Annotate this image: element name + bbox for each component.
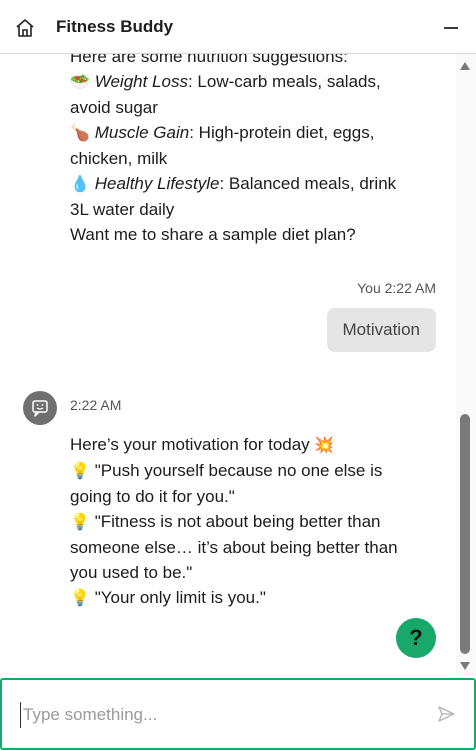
message-line: 💡 "Fitness is not about being better tha… bbox=[70, 509, 442, 535]
message-line: someone else… it’s about being better th… bbox=[70, 538, 398, 557]
item-text: : Balanced meals, drink bbox=[219, 174, 397, 193]
salad-icon: 🥗 bbox=[70, 74, 90, 91]
user-message-bubble: Motivation bbox=[326, 308, 436, 352]
message-line: Here are some nutrition suggestions: bbox=[70, 54, 348, 66]
bot-message-motivation: Here’s your motivation for today 💥 💡 "Pu… bbox=[70, 432, 442, 611]
message-input[interactable] bbox=[20, 702, 420, 728]
droplet-icon: 💧 bbox=[70, 176, 90, 193]
scroll-down-arrow-icon[interactable] bbox=[459, 661, 471, 671]
item-label: Muscle Gain bbox=[94, 123, 190, 142]
user-message-meta: You 2:22 AM bbox=[357, 280, 436, 296]
item-label: Healthy Lifestyle bbox=[94, 174, 220, 193]
explosion-icon: 💥 bbox=[314, 437, 335, 454]
send-icon[interactable] bbox=[436, 704, 456, 724]
message-list[interactable]: Here are some nutrition suggestions: 🥗 W… bbox=[0, 54, 456, 678]
message-line: you used to be." bbox=[70, 563, 193, 582]
scrollbar-thumb[interactable] bbox=[460, 414, 470, 654]
lightbulb-icon: 💡 bbox=[70, 514, 90, 531]
message-line: 🥗 Weight Loss: Low-carb meals, salads, bbox=[70, 69, 442, 95]
bot-avatar bbox=[23, 391, 57, 425]
drumstick-icon: 🍗 bbox=[70, 125, 90, 142]
message-line: 💡 "Your only limit is you." bbox=[70, 585, 442, 611]
lightbulb-icon: 💡 bbox=[70, 463, 90, 480]
message-line: 💧 Healthy Lifestyle: Balanced meals, dri… bbox=[70, 171, 442, 197]
message-line: 🍗 Muscle Gain: High-protein diet, eggs, bbox=[70, 120, 442, 146]
quote-text: "Your only limit is you." bbox=[94, 588, 266, 607]
message-line: Here’s your motivation for today 💥 bbox=[70, 432, 442, 458]
message-line: 💡 "Push yourself because no one else is bbox=[70, 458, 442, 484]
item-text: : High-protein diet, eggs, bbox=[189, 123, 375, 142]
help-button[interactable]: ? bbox=[396, 618, 436, 658]
bot-message-nutrition: Here are some nutrition suggestions: 🥗 W… bbox=[70, 54, 442, 247]
chat-header: Fitness Buddy bbox=[0, 0, 476, 54]
message-line: chicken, milk bbox=[70, 149, 168, 168]
scroll-up-arrow-icon[interactable] bbox=[459, 61, 471, 71]
message-line: avoid sugar bbox=[70, 98, 158, 117]
quote-text: "Push yourself because no one else is bbox=[94, 461, 383, 480]
home-icon[interactable] bbox=[14, 17, 36, 39]
motivation-intro: Here’s your motivation for today bbox=[70, 435, 310, 454]
bot-message-time: 2:22 AM bbox=[70, 397, 122, 413]
item-text: : Low-carb meals, salads, bbox=[187, 72, 381, 91]
item-label: Weight Loss bbox=[94, 72, 188, 91]
chat-window: Fitness Buddy Here are some nutrition su… bbox=[0, 0, 476, 750]
chat-title: Fitness Buddy bbox=[56, 17, 174, 36]
message-line: Want me to share a sample diet plan? bbox=[70, 225, 356, 244]
message-input-bar bbox=[0, 678, 476, 750]
message-line: going to do it for you." bbox=[70, 487, 235, 506]
quote-text: "Fitness is not about being better than bbox=[94, 512, 381, 531]
chat-bot-icon bbox=[32, 400, 48, 417]
minimize-icon[interactable] bbox=[442, 18, 460, 38]
message-line: 3L water daily bbox=[70, 200, 175, 219]
lightbulb-icon: 💡 bbox=[70, 590, 90, 607]
